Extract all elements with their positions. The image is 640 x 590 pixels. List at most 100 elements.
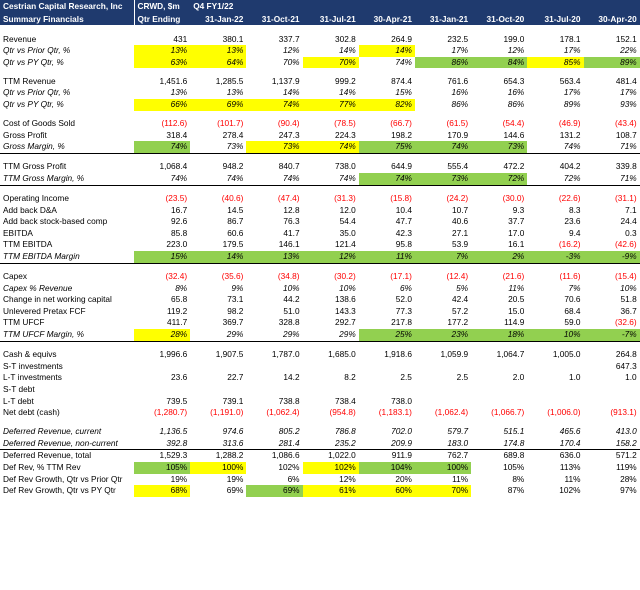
table-cell: 12% <box>339 473 356 484</box>
table-cell: 59.0 <box>564 317 581 328</box>
table-cell: 1,451.6 <box>159 75 188 86</box>
table-cell: 948.2 <box>222 161 244 172</box>
table-cell: 98.2 <box>227 305 244 316</box>
row-label: TTM UFCF Margin, % <box>0 329 134 342</box>
table-cell: 9.3 <box>512 204 525 215</box>
table-cell: 53.9 <box>451 239 469 250</box>
spacer-row <box>0 111 640 119</box>
table-cell: 93% <box>620 98 637 109</box>
table-cell: 465.6 <box>559 426 581 437</box>
table-cell: 86.7 <box>227 216 244 227</box>
table-cell: (21.6) <box>502 271 525 282</box>
table-cell: 6% <box>399 282 412 293</box>
row-label: Capex <box>3 271 27 282</box>
table-cell: (1,066.7) <box>491 407 525 418</box>
spacer-row <box>0 153 640 161</box>
table-cell: 74% <box>527 141 584 154</box>
table-cell: 738.0 <box>391 395 412 406</box>
table-cell: 15% <box>395 87 412 98</box>
table-cell <box>134 361 190 373</box>
table-cell: 13% <box>226 87 244 98</box>
table-cell: 73% <box>190 141 247 154</box>
table-cell: 8% <box>512 473 525 484</box>
table-cell: (1,191.0) <box>210 407 244 418</box>
table-cell: 29% <box>246 329 303 342</box>
table-cell: 42.4 <box>451 294 469 305</box>
table-row: Revenue 431 380.1 337.7 302.8 264.9 232.5 199.0… <box>0 34 640 46</box>
table-row: TTM Revenue 1,451.6 1,285.5 1,137.9 999.2 874… <box>0 76 640 88</box>
table-cell: 131.2 <box>559 129 581 140</box>
table-cell: 762.7 <box>414 449 472 462</box>
table-cell: 16.7 <box>171 204 188 215</box>
row-label: Deferred Revenue, current <box>3 426 102 437</box>
table-cell: (35.6) <box>221 271 244 282</box>
table-cell: 87% <box>507 485 525 496</box>
table-cell <box>246 384 302 396</box>
table-cell: 85.8 <box>171 227 188 238</box>
table-cell: 1,685.0 <box>328 349 356 360</box>
table-cell <box>471 384 527 396</box>
company-name: Cestrian Capital Research, Inc <box>0 0 134 13</box>
table-cell: (43.4) <box>615 118 637 129</box>
table-cell: -3% <box>527 251 584 264</box>
table-cell: 15% <box>134 251 191 264</box>
table-cell: 37.7 <box>508 216 525 227</box>
table-cell: 14.2 <box>283 372 300 383</box>
table-cell: (42.6) <box>615 239 637 250</box>
row-label: EBITDA <box>3 227 33 238</box>
table-cell <box>527 384 583 396</box>
table-row: Qtr vs Prior Qtr, % 13% 13% 14% 14% 15% 16% 16%… <box>0 87 640 99</box>
table-cell: 380.1 <box>222 33 244 44</box>
table-cell: 11% <box>564 473 581 484</box>
table-row: Net debt (cash) (1,280.7) (1,191.0) (1,062.… <box>0 407 640 419</box>
row-label: L-T investments <box>3 372 62 383</box>
table-cell: 71% <box>583 172 640 186</box>
row-label: S-T investments <box>3 360 63 371</box>
table-row: L-T investments 23.6 22.7 14.2 8.2 2.5 2.5 2.0 1… <box>0 372 640 384</box>
row-label: Gross Margin, % <box>0 141 134 154</box>
table-cell: 86% <box>451 98 469 109</box>
row-label: TTM UFCF <box>3 317 45 328</box>
table-cell: 2.0 <box>512 372 525 383</box>
table-cell: 555.4 <box>447 161 469 172</box>
table-cell: 74% <box>134 141 191 154</box>
table-row: Add back D&A 16.7 14.5 12.8 12.0 10.4 10.7 9.3 8… <box>0 205 640 217</box>
table-cell: (12.4) <box>446 271 469 282</box>
table-cell: (15.4) <box>615 271 637 282</box>
table-cell <box>190 384 246 396</box>
table-cell: 10% <box>620 282 637 293</box>
table-cell: 73.1 <box>227 294 244 305</box>
table-cell <box>359 384 415 396</box>
table-cell: 97% <box>620 485 637 496</box>
table-cell: (32.4) <box>165 271 188 282</box>
table-cell: 29% <box>302 329 359 342</box>
table-cell: 89% <box>583 56 640 69</box>
table-cell: 178.1 <box>559 33 581 44</box>
table-cell: (31.3) <box>334 193 356 204</box>
table-row: Cost of Goods Sold (112.6) (101.7) (90.4) (7… <box>0 118 640 130</box>
table-cell: 689.8 <box>471 449 528 462</box>
table-cell: 14% <box>358 45 415 57</box>
table-cell: 51.8 <box>620 294 637 305</box>
table-row: TTM Gross Profit 1,068.4 948.2 840.7 738.0 64… <box>0 161 640 173</box>
table-cell: (40.6) <box>221 193 244 204</box>
row-label: Add back stock-based comp <box>3 216 108 227</box>
table-cell: 60.6 <box>227 227 244 238</box>
table-cell: (30.2) <box>334 271 356 282</box>
table-cell: 1,059.9 <box>440 349 469 360</box>
table-row: Cash & equivs 1,996.6 1,907.5 1,787.0 1,685.… <box>0 349 640 361</box>
table-cell: 805.2 <box>278 426 300 437</box>
table-cell: 14% <box>282 87 300 98</box>
row-label: Def Rev Growth, Qtr vs Prior Qtr <box>3 473 123 484</box>
table-cell: 278.4 <box>222 129 244 140</box>
table-cell: 9.4 <box>568 227 581 238</box>
table-cell: 74% <box>134 172 191 186</box>
row-label: Qtr vs PY Qtr, % <box>3 56 64 67</box>
table-cell <box>246 361 302 373</box>
table-cell: (1,062.4) <box>434 407 469 418</box>
table-cell: 1,529.3 <box>134 449 191 462</box>
table-cell: 1,288.2 <box>190 449 247 462</box>
table-cell: 60% <box>358 485 415 497</box>
table-cell: 11% <box>452 473 469 484</box>
table-cell: (78.5) <box>334 118 356 129</box>
